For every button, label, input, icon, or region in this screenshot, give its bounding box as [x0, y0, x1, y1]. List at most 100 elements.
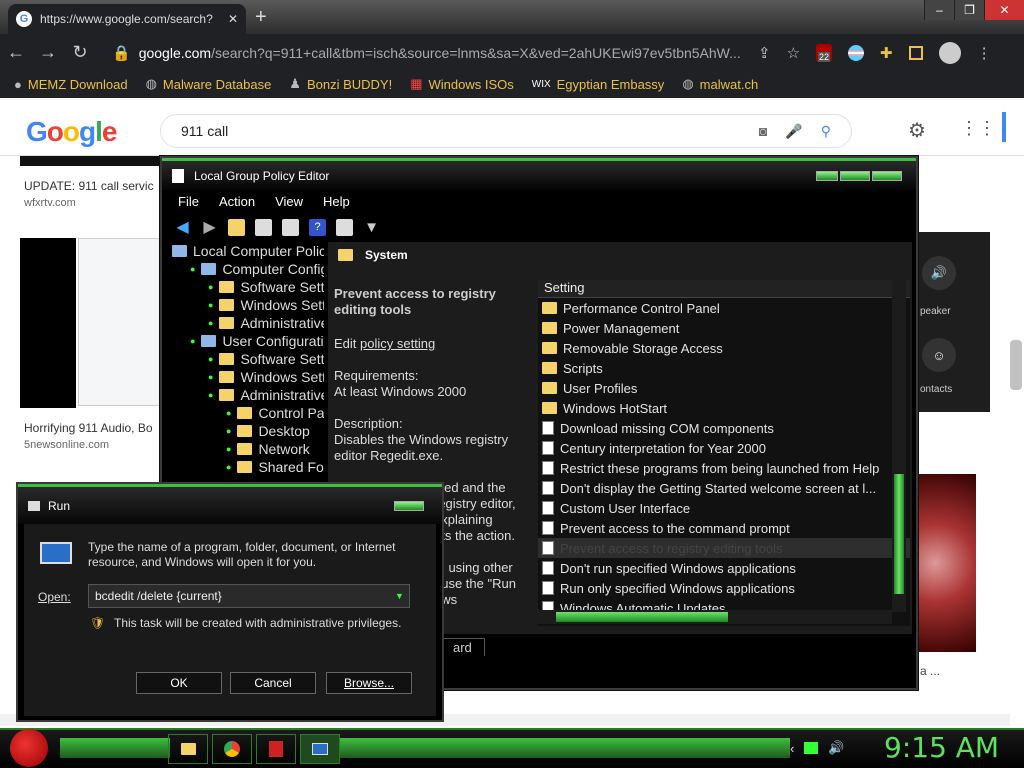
setting-row[interactable]: Prevent access to registry editing tools — [538, 538, 910, 558]
volume-icon[interactable]: 🔊 — [828, 740, 844, 756]
tree-node[interactable]: ● Network — [168, 440, 324, 458]
show-hide-tree-icon[interactable] — [255, 218, 272, 236]
help-icon[interactable]: ? — [309, 218, 326, 236]
setting-row[interactable]: Restrict these programs from being launc… — [538, 458, 910, 478]
reload-icon[interactable]: ↻ — [64, 42, 96, 63]
ublock-extension-icon[interactable]: 22 — [816, 44, 833, 62]
minimize-button[interactable]: – — [924, 0, 954, 20]
bookmark-item[interactable]: ♟ Bonzi BUDDY! — [289, 76, 392, 92]
taskbar-clock[interactable]: 9:15 AM — [884, 731, 999, 764]
taskbar-chrome-button[interactable] — [212, 734, 252, 764]
ok-button[interactable]: OK — [136, 672, 222, 694]
tree-node[interactable]: ● Desktop — [168, 422, 324, 440]
setting-row[interactable]: Performance Control Panel — [538, 298, 910, 318]
setting-row[interactable]: Run only specified Windows applications — [538, 578, 910, 598]
list-horizontal-scrollbar-thumb[interactable] — [556, 612, 728, 622]
tree-node[interactable]: ● Software Setting — [168, 350, 324, 368]
setting-row[interactable]: User Profiles — [538, 378, 910, 398]
tree-expander-icon[interactable]: ● — [190, 264, 195, 274]
apps-grid-icon[interactable]: ⋮⋮ — [960, 118, 996, 139]
sidepanel-icon[interactable] — [908, 46, 923, 60]
tree-expander-icon[interactable]: ● — [208, 390, 213, 400]
export-list-icon[interactable] — [282, 218, 299, 236]
tree-expander-icon[interactable]: ● — [226, 426, 231, 436]
setting-row[interactable]: Scripts — [538, 358, 910, 378]
tree-node[interactable]: Local Computer Policy — [168, 242, 324, 260]
tree-node[interactable]: ● Shared Fold — [168, 458, 324, 476]
back-icon[interactable]: ← — [0, 42, 32, 63]
google-search-box[interactable]: 911 call ◙ 🎤 ⚲ — [160, 114, 852, 148]
run-titlebar[interactable]: Run — [18, 484, 442, 524]
gpo-minimize-button[interactable] — [816, 170, 838, 181]
microphone-icon[interactable]: 🎤 — [785, 123, 802, 140]
tree-node[interactable]: ● Administrative T — [168, 386, 324, 404]
list-vertical-scrollbar-thumb[interactable] — [894, 474, 904, 594]
dropdown-arrow-icon[interactable]: ▼ — [395, 591, 409, 601]
network-icon[interactable] — [804, 742, 819, 754]
tree-node[interactable]: ● Windows Settin — [168, 368, 324, 386]
tree-expander-icon[interactable]: ● — [208, 318, 213, 328]
setting-row[interactable]: Prevent access to the command prompt — [538, 518, 910, 538]
setting-row[interactable]: Don't run specified Windows applications — [538, 558, 910, 578]
close-tab-icon[interactable]: ✕ — [228, 12, 238, 26]
tree-node[interactable]: ● Control Pane — [168, 404, 324, 422]
taskbar-gpo-button[interactable] — [256, 734, 296, 764]
tray-chevron-icon[interactable]: ‹ — [790, 741, 794, 756]
bookmark-star-icon[interactable]: ☆ — [787, 44, 800, 62]
setting-row[interactable]: Removable Storage Access — [538, 338, 910, 358]
search-query[interactable]: 911 call — [181, 123, 228, 139]
menu-action[interactable]: Action — [219, 194, 255, 209]
tree-node[interactable]: ● Computer Configura — [168, 260, 324, 278]
google-logo[interactable]: Google — [26, 116, 117, 148]
bookmark-item[interactable]: ▦ Windows ISOs — [410, 76, 514, 92]
setting-row[interactable]: Windows HotStart — [538, 398, 910, 418]
result-image[interactable] — [20, 238, 76, 408]
result-image[interactable] — [20, 156, 160, 166]
menu-help[interactable]: Help — [323, 194, 350, 209]
extensions-puzzle-icon[interactable]: ✚ — [880, 44, 893, 62]
tree-node[interactable]: ● Windows Settin — [168, 296, 324, 314]
gpo-maximize-button[interactable] — [840, 170, 870, 181]
tree-node[interactable]: ● User Configuration — [168, 332, 324, 350]
tree-expander-icon[interactable]: ● — [226, 408, 231, 418]
setting-row[interactable]: Custom User Interface — [538, 498, 910, 518]
setting-row[interactable]: Don't display the Getting Started welcom… — [538, 478, 910, 498]
menu-view[interactable]: View — [275, 194, 303, 209]
tree-expander-icon[interactable]: ● — [226, 462, 231, 472]
profile-avatar-icon[interactable] — [938, 42, 961, 64]
setting-row[interactable]: Download missing COM components — [538, 418, 910, 438]
up-folder-icon[interactable] — [228, 218, 245, 236]
taskbar-explorer-button[interactable] — [168, 734, 208, 764]
cancel-button[interactable]: Cancel — [230, 672, 316, 694]
bookmark-item[interactable]: ◍ Malware Database — [146, 76, 272, 92]
filter-icon[interactable]: ▼ — [363, 219, 380, 236]
edit-policy-link[interactable]: policy setting — [360, 336, 435, 351]
browse-button[interactable]: Browse... — [326, 672, 412, 694]
setting-row[interactable]: Century interpretation for Year 2000 — [538, 438, 910, 458]
menu-kebab-icon[interactable]: ⋮ — [977, 44, 992, 62]
close-window-button[interactable]: ✕ — [984, 0, 1024, 20]
tree-expander-icon[interactable]: ● — [208, 372, 213, 382]
run-command-input[interactable]: bcdedit /delete {current} ▼ — [88, 584, 410, 608]
gpo-close-button[interactable] — [872, 170, 902, 181]
restore-button[interactable]: ❐ — [954, 0, 984, 20]
settings-gear-icon[interactable]: ⚙ — [908, 118, 926, 143]
bookmark-item[interactable]: ◍ malwat.ch — [682, 76, 758, 92]
result-title[interactable]: UPDATE: 911 call servic — [24, 179, 154, 193]
run-close-button[interactable] — [394, 500, 424, 511]
tree-expander-icon[interactable]: ● — [190, 336, 195, 346]
tree-expander-icon[interactable]: ● — [226, 444, 231, 454]
result-image-document[interactable] — [78, 238, 160, 406]
tree-expander-icon[interactable]: ● — [208, 354, 213, 364]
gpo-titlebar[interactable]: Local Group Policy Editor — [162, 158, 916, 190]
lock-icon[interactable]: 🔒 — [112, 44, 131, 62]
new-tab-button[interactable]: + — [255, 6, 267, 29]
setting-row[interactable]: Power Management — [538, 318, 910, 338]
result-image-phone[interactable]: 🔊 peaker ☺ ontacts — [918, 232, 990, 412]
start-angry-bird-icon[interactable] — [10, 729, 48, 767]
properties-icon[interactable] — [336, 218, 353, 236]
result-title[interactable]: Horrifying 911 Audio, Bo — [24, 421, 153, 435]
result-image-face[interactable] — [918, 474, 976, 652]
tree-expander-icon[interactable]: ● — [208, 300, 213, 310]
back-arrow-icon[interactable]: ◀ — [174, 219, 191, 236]
